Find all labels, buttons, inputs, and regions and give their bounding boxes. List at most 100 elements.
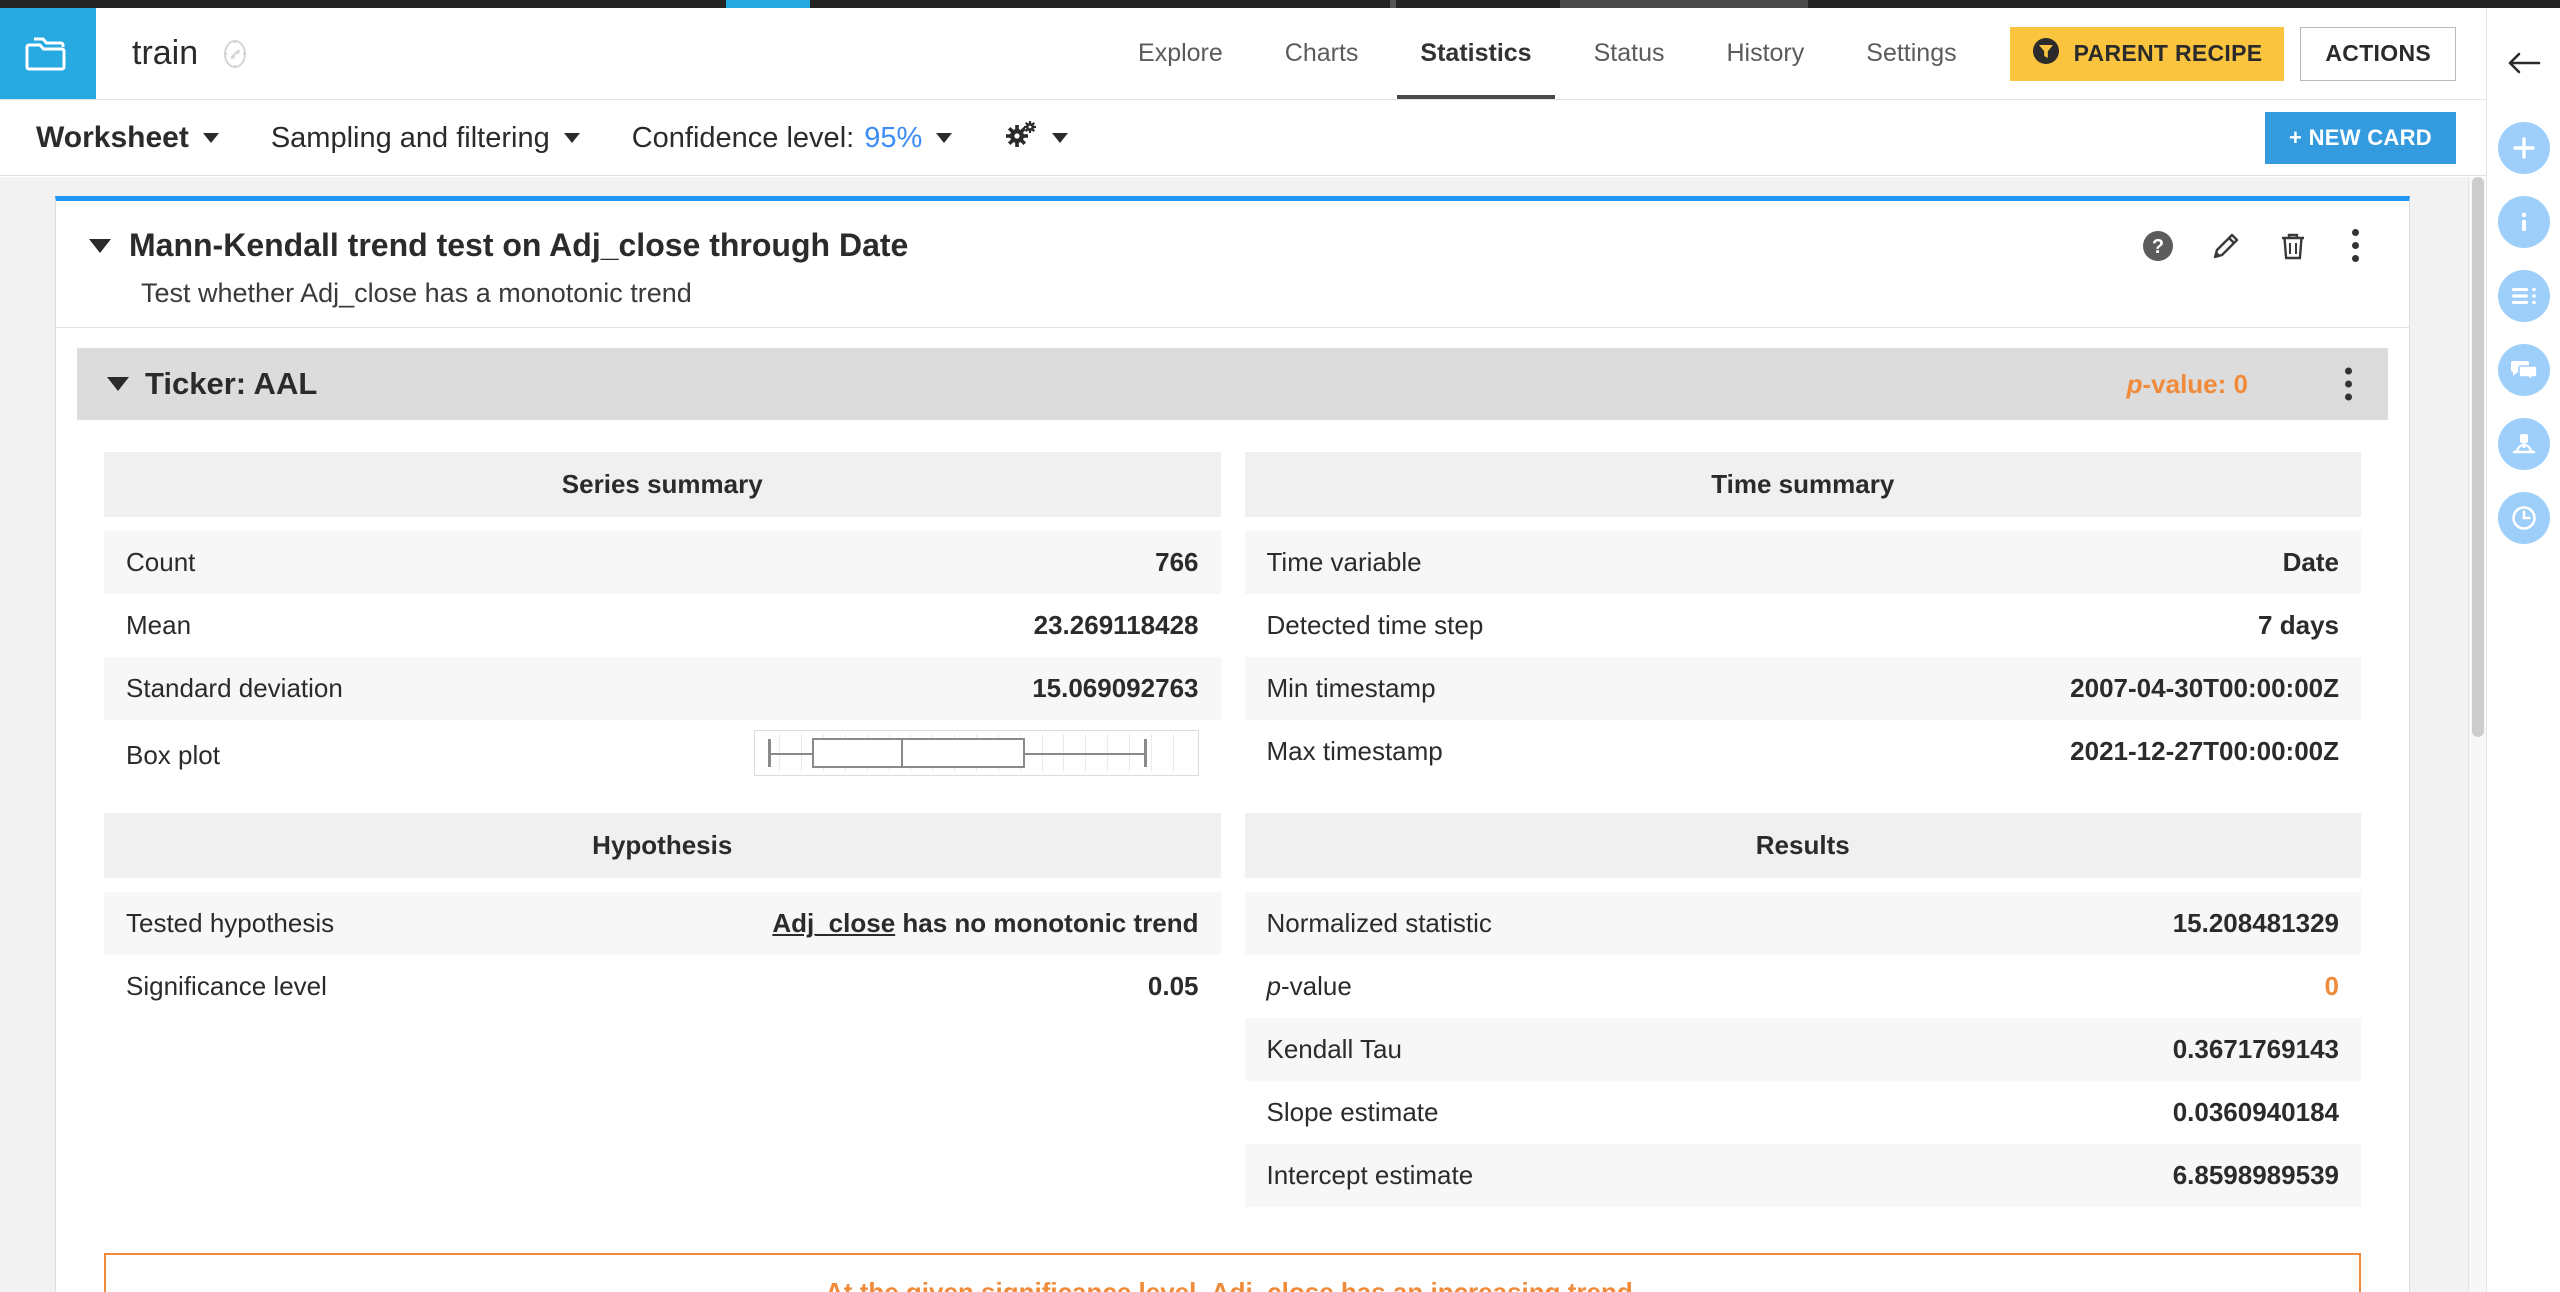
lab-icon[interactable] [2498, 418, 2550, 470]
main-nav: Explore Charts Statistics Status History… [1107, 8, 2486, 99]
table-spacer [104, 878, 1221, 892]
row-key: Kendall Tau [1245, 1018, 1803, 1081]
hypothesis-column: Hypothesis Tested hypothesis Adj_close h… [104, 813, 1221, 1207]
row-key: Time variable [1245, 531, 1803, 594]
worksheet-settings-dropdown[interactable] [1004, 119, 1068, 157]
row-value: 15.069092763 [662, 657, 1220, 720]
row-key: Min timestamp [1245, 657, 1803, 720]
project-name: train [132, 34, 198, 73]
edit-icon[interactable] [2210, 230, 2242, 262]
row-value: 2021-12-27T00:00:00Z [1803, 720, 2361, 783]
conclusion-variable: Adj_close [1211, 1277, 1334, 1292]
table-spacer [104, 517, 1221, 531]
hypothesis-table: Hypothesis Tested hypothesis Adj_close h… [104, 813, 1221, 1018]
nav-item-explore[interactable]: Explore [1107, 8, 1254, 99]
nav-item-charts[interactable]: Charts [1254, 8, 1390, 99]
app-header: train Explore Charts Statistics Status H… [0, 8, 2486, 100]
table-row: p-value 0 [1245, 955, 2362, 1018]
card-header: Mann-Kendall trend test on Adj_close thr… [56, 201, 2409, 328]
table-row: Significance level 0.05 [104, 955, 1221, 1018]
vertical-scrollbar[interactable] [2468, 177, 2486, 1292]
chevron-down-icon[interactable] [89, 239, 111, 253]
chevron-down-icon [936, 133, 952, 143]
group-pvalue-text: -value: 0 [2143, 369, 2249, 399]
results-header: Results [1245, 813, 2362, 878]
new-card-button[interactable]: + NEW CARD [2265, 112, 2456, 164]
conclusion-prefix: At the given significance level, [825, 1277, 1211, 1292]
delete-icon[interactable] [2278, 230, 2308, 262]
table-section-header: Time summary [1245, 452, 2362, 517]
worksheet-dropdown[interactable]: Worksheet [36, 121, 219, 155]
nav-item-status[interactable]: Status [1563, 8, 1696, 99]
box-plot-box [812, 738, 1025, 768]
hypothesis-variable: Adj_close [772, 908, 895, 938]
row-value: 15.208481329 [1803, 892, 2361, 955]
nav-item-history[interactable]: History [1695, 8, 1835, 99]
info-icon[interactable] [2498, 196, 2550, 248]
table-row: Normalized statistic 15.208481329 [1245, 892, 2362, 955]
group-more-icon[interactable] [2337, 364, 2360, 405]
row-key: Max timestamp [1245, 720, 1803, 783]
table-row: Tested hypothesis Adj_close has no monot… [104, 892, 1221, 955]
help-icon[interactable]: ? [2142, 230, 2174, 262]
row-key: Normalized statistic [1245, 892, 1803, 955]
nav-item-statistics[interactable]: Statistics [1389, 8, 1562, 99]
statistics-card: Mann-Kendall trend test on Adj_close thr… [55, 196, 2410, 1292]
confidence-level-label: Confidence level: [632, 122, 854, 155]
table-row: Detected time step 7 days [1245, 594, 2362, 657]
row-value: Date [1803, 531, 2361, 594]
table-row: Mean 23.269118428 [104, 594, 1221, 657]
table-row: Box plot [104, 720, 1221, 791]
details-icon[interactable] [2498, 270, 2550, 322]
hypothesis-rest: has no monotonic trend [895, 908, 1198, 938]
more-icon[interactable] [2344, 225, 2367, 266]
row-value: 7 days [1803, 594, 2361, 657]
row-value: 766 [662, 531, 1220, 594]
row-value: 23.269118428 [662, 594, 1220, 657]
funnel-icon [2032, 37, 2060, 71]
gears-icon [1004, 119, 1038, 157]
row-key: Tested hypothesis [104, 892, 662, 955]
parent-recipe-button[interactable]: PARENT RECIPE [2010, 27, 2285, 81]
back-arrow-icon[interactable] [2487, 26, 2560, 100]
row-key: Box plot [104, 720, 662, 791]
series-summary-header: Series summary [104, 452, 1221, 517]
time-summary-header: Time summary [1245, 452, 2362, 517]
worksheet-label: Worksheet [36, 121, 189, 155]
group-label: Ticker: AAL [145, 366, 317, 402]
compass-icon[interactable] [218, 37, 252, 71]
chevron-down-icon[interactable] [107, 377, 129, 391]
table-row: Standard deviation 15.069092763 [104, 657, 1221, 720]
confidence-level-value: 95% [864, 122, 922, 155]
actions-button[interactable]: ACTIONS [2300, 27, 2456, 81]
confidence-level-dropdown[interactable]: Confidence level: 95% [632, 122, 953, 155]
table-spacer [1245, 517, 2362, 531]
parent-recipe-label: PARENT RECIPE [2074, 40, 2263, 67]
hypothesis-header: Hypothesis [104, 813, 1221, 878]
row-key: Count [104, 531, 662, 594]
nav-item-settings[interactable]: Settings [1835, 8, 1987, 99]
conclusion-suffix: has an increasing trend. [1334, 1277, 1640, 1292]
svg-text:?: ? [2152, 236, 2164, 258]
discussions-icon[interactable] [2498, 344, 2550, 396]
app-root: train Explore Charts Statistics Status H… [0, 8, 2560, 1292]
row-key: Significance level [104, 955, 662, 1018]
table-row: Intercept estimate 6.8598989539 [1245, 1144, 2362, 1207]
table-row: Max timestamp 2021-12-27T00:00:00Z [1245, 720, 2362, 783]
right-sidebar [2486, 8, 2560, 1292]
row-key: Mean [104, 594, 662, 657]
folder-icon[interactable] [0, 8, 96, 99]
scrollbar-thumb[interactable] [2472, 177, 2484, 737]
group-label-row: Ticker: AAL [107, 366, 317, 402]
history-icon[interactable] [2498, 492, 2550, 544]
row-value: 0.3671769143 [1803, 1018, 2361, 1081]
group-header-ticker[interactable]: Ticker: AAL p-value: 0 [77, 348, 2388, 420]
sampling-filtering-dropdown[interactable]: Sampling and filtering [271, 122, 580, 155]
summary-tables-row: Series summary Count 766 Mean 23.2691184… [56, 420, 2409, 791]
results-column: Results Normalized statistic 15.20848132… [1245, 813, 2362, 1207]
add-icon[interactable] [2498, 122, 2550, 174]
box-plot-min-cap [768, 739, 771, 767]
chevron-down-icon [564, 133, 580, 143]
chevron-down-icon [203, 133, 219, 143]
card-title-row[interactable]: Mann-Kendall trend test on Adj_close thr… [56, 227, 2409, 264]
